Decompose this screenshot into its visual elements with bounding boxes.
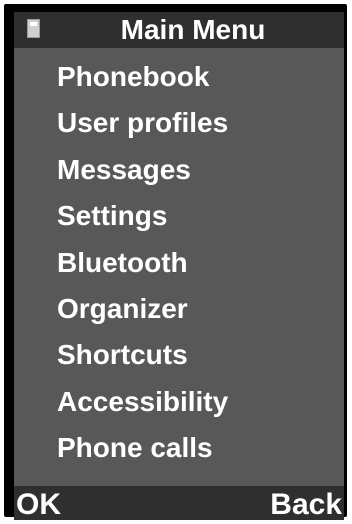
- menu-item-bluetooth[interactable]: Bluetooth: [57, 240, 228, 286]
- main-menu-panel: Phonebook User profiles Messages Setting…: [14, 48, 344, 486]
- ok-softkey[interactable]: OK: [16, 486, 61, 524]
- menu-item-user-profiles[interactable]: User profiles: [57, 100, 228, 146]
- menu-item-phonebook[interactable]: Phonebook: [57, 54, 228, 100]
- menu-item-messages[interactable]: Messages: [57, 147, 228, 193]
- menu-item-accessibility[interactable]: Accessibility: [57, 379, 228, 425]
- menu-item-phone-calls[interactable]: Phone calls: [57, 425, 228, 471]
- softkey-bar: OK Back: [14, 486, 344, 521]
- title-bar: Main Menu: [14, 12, 344, 48]
- menu-item-settings[interactable]: Settings: [57, 193, 228, 239]
- main-menu-list: Phonebook User profiles Messages Setting…: [57, 54, 228, 472]
- phone-screen: Main Menu Phonebook User profiles Messag…: [4, 4, 347, 521]
- menu-item-shortcuts[interactable]: Shortcuts: [57, 332, 228, 378]
- menu-item-organizer[interactable]: Organizer: [57, 286, 228, 332]
- page-title: Main Menu: [120, 14, 266, 45]
- back-softkey[interactable]: Back: [270, 486, 342, 524]
